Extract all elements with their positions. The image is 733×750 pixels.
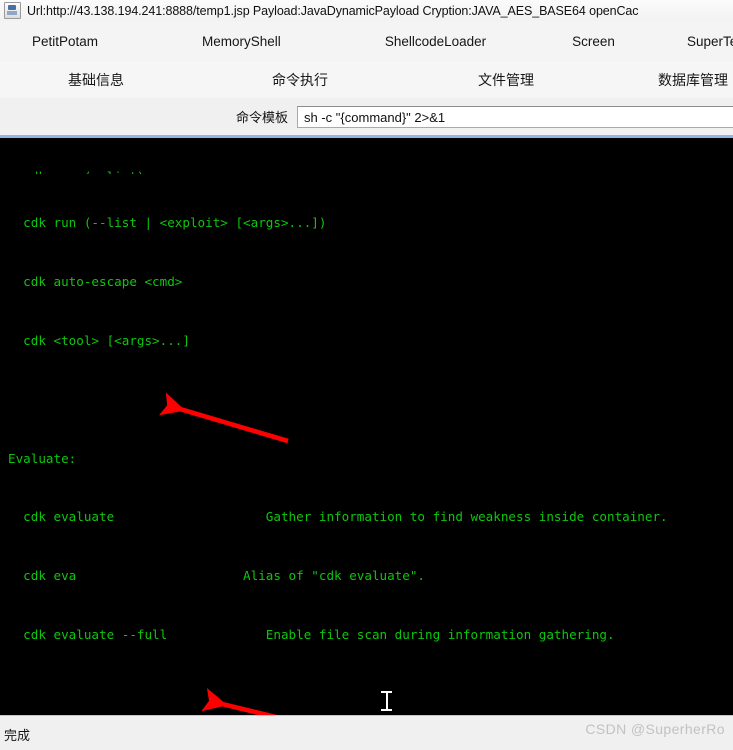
terminal-line: cdk eva Alias of "cdk evaluate". [8, 568, 426, 584]
tab-database-management[interactable]: 数据库管理 [658, 61, 728, 98]
tab-memoryshell[interactable]: MemoryShell [196, 34, 287, 49]
tab-superterminal[interactable]: SuperTerminal [681, 34, 733, 49]
terminal-line: cdk auto-escape <cmd> [8, 274, 183, 290]
java-app-icon [4, 2, 21, 19]
plugin-tabbar: PetitPotam MemoryShell ShellcodeLoader S… [0, 21, 733, 62]
terminal-line-clipped: cdk eva (--list) [0, 167, 733, 174]
tab-screen[interactable]: Screen [566, 34, 621, 49]
status-bar: 完成 CSDN @SuperherRo [0, 715, 733, 750]
tab-basic-info[interactable]: 基础信息 [68, 61, 124, 98]
terminal-output[interactable]: cdk eva (--list) cdk run (--list | <expl… [0, 138, 733, 715]
tab-command-execution[interactable]: 命令执行 [244, 61, 356, 101]
application-window: Url:http://43.138.194.241:8888/temp1.jsp… [0, 0, 733, 750]
tab-petitpotam[interactable]: PetitPotam [26, 34, 104, 49]
function-tabbar: 基础信息 命令执行 文件管理 数据库管理 [0, 61, 733, 101]
window-title: Url:http://43.138.194.241:8888/temp1.jsp… [27, 3, 639, 18]
command-template-row: 命令模板 sh -c "{command}" 2>&1 [0, 98, 733, 136]
terminal-line: cdk <tool> [<args>...] [8, 332, 190, 348]
terminal-line: Evaluate: [8, 450, 77, 466]
terminal-panel[interactable]: cdk eva (--list) cdk run (--list | <expl… [0, 135, 733, 715]
watermark: CSDN @SuperherRo [585, 721, 725, 737]
terminal-line: cdk run (--list | <exploit> [<args>...]) [8, 215, 327, 231]
terminal-line: cdk evaluate --full Enable file scan dur… [8, 626, 615, 642]
terminal-line: cdk evaluate Gather information to find … [8, 509, 668, 525]
tab-file-management[interactable]: 文件管理 [478, 61, 534, 98]
status-text: 完成 [4, 728, 31, 743]
command-template-label: 命令模板 [236, 110, 289, 125]
command-template-input[interactable]: sh -c "{command}" 2>&1 [297, 105, 733, 128]
tab-shellcodeloader[interactable]: ShellcodeLoader [379, 34, 492, 49]
window-titlebar: Url:http://43.138.194.241:8888/temp1.jsp… [0, 0, 733, 22]
